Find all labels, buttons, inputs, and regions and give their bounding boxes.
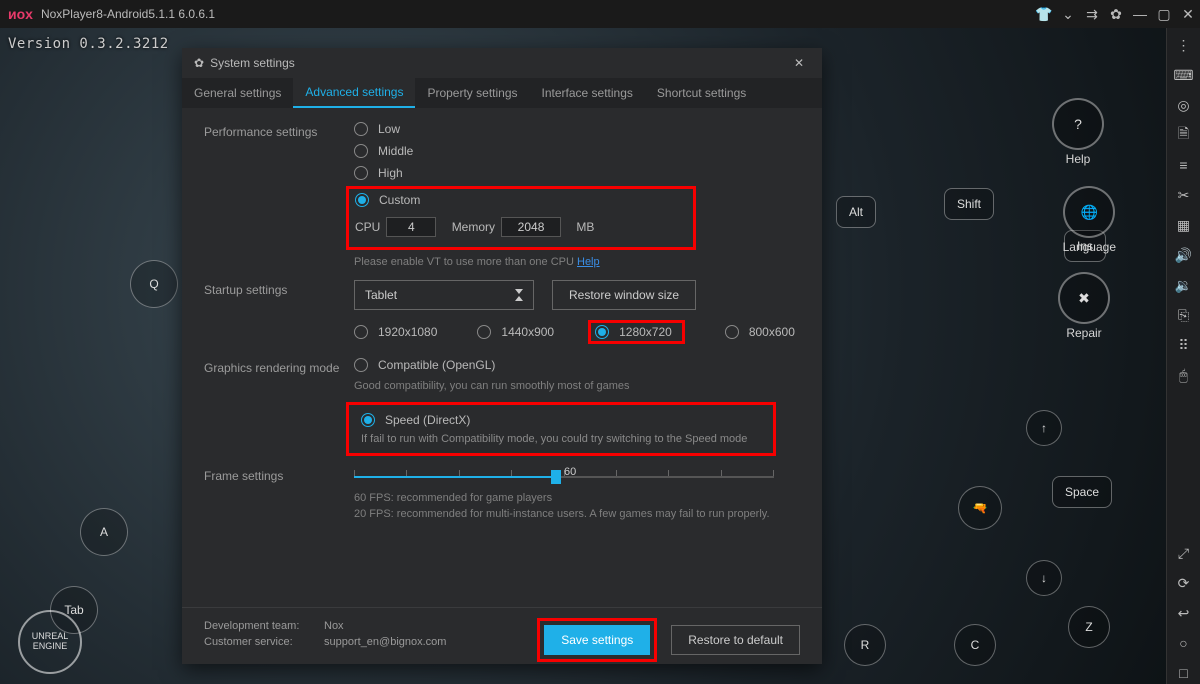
more-icon[interactable]: ⋮ (1172, 34, 1196, 56)
volume-down-icon[interactable]: 🔉 (1172, 274, 1196, 296)
key-shift[interactable]: Shift (944, 188, 994, 220)
memory-label: Memory (452, 220, 495, 234)
emulator-screen: Version 0.3.2.3212 ⋮ Q A Tab Alt Shift I… (0, 28, 1166, 684)
help-icon: ? (1052, 98, 1104, 150)
radio-custom[interactable] (355, 193, 369, 207)
system-settings-dialog: ✿ System settings ✕ General settings Adv… (182, 48, 822, 664)
minimize-button[interactable]: — (1128, 2, 1152, 26)
tab-interface[interactable]: Interface settings (530, 78, 645, 108)
startup-mode-select[interactable]: Tablet (354, 280, 534, 310)
performance-label: Performance settings (204, 122, 354, 139)
maximize-button[interactable]: ▢ (1152, 2, 1176, 26)
fps-value: 60 (564, 466, 576, 478)
dev-team-value: Nox (324, 620, 344, 632)
hud-repair[interactable]: ✖ Repair (1058, 272, 1110, 340)
fps-slider[interactable]: 60 (354, 468, 774, 486)
grid-icon[interactable]: ⠿ (1172, 334, 1196, 356)
radio-800[interactable] (725, 325, 739, 339)
dialog-close-button[interactable]: ✕ (788, 56, 810, 70)
tab-advanced[interactable]: Advanced settings (293, 78, 415, 108)
dev-team-label: Development team: (204, 620, 324, 632)
radio-1280[interactable] (595, 325, 609, 339)
shirt-icon[interactable]: 👕 (1032, 2, 1056, 26)
double-chevron-icon[interactable]: ⇉ (1080, 2, 1104, 26)
cpu-label: CPU (355, 220, 380, 234)
playlist-icon[interactable]: ≡ (1172, 154, 1196, 176)
window-titlebar: ᴎox NoxPlayer8-Android5.1.1 6.0.6.1 👕 ⌄ … (0, 0, 1200, 28)
file-icon[interactable]: 🗎 (1172, 124, 1196, 146)
compatible-hint: Good compatibility, you can run smoothly… (354, 380, 800, 392)
location-icon[interactable]: ◎ (1172, 94, 1196, 116)
dialog-title: System settings (210, 56, 295, 70)
vt-help-link[interactable]: Help (577, 256, 600, 268)
frame-label: Frame settings (204, 466, 354, 483)
radio-middle[interactable] (354, 144, 368, 158)
radio-low[interactable] (354, 122, 368, 136)
rotate-icon[interactable]: ⟳ (1172, 572, 1196, 594)
sidebar-toolbar: ⋮ ⌨ ◎ 🗎 ≡ ✂ ▦ 🔊 🔉 ⎘ ⠿ 🖱 ⤢ ⟳ ↩ ○ □ (1166, 28, 1200, 684)
home-icon[interactable]: ○ (1172, 632, 1196, 654)
nox-logo: ᴎox (8, 6, 33, 22)
fps-hint2: 20 FPS: recommended for multi-instance u… (354, 508, 800, 520)
support-value: support_en@bignox.com (324, 636, 446, 648)
pistol-icon[interactable]: 🔫 (958, 486, 1002, 530)
volume-icon[interactable]: 🔊 (1172, 244, 1196, 266)
keyboard-icon[interactable]: ⌨ (1172, 64, 1196, 86)
radio-speed[interactable] (361, 413, 375, 427)
radio-1440[interactable] (477, 325, 491, 339)
vt-hint: Please enable VT to use more than one CP… (354, 256, 577, 268)
arrow-up-icon[interactable]: ↑ (1026, 410, 1062, 446)
restore-default-button[interactable]: Restore to default (671, 625, 800, 655)
scissors-icon[interactable]: ✂ (1172, 184, 1196, 206)
tab-property[interactable]: Property settings (415, 78, 529, 108)
mouse-icon[interactable]: 🖱 (1172, 364, 1196, 386)
unreal-logo: UNREAL ENGINE (18, 610, 82, 674)
hud-help[interactable]: ? Help (1052, 98, 1104, 166)
chevron-down-icon[interactable]: ⌄ (1056, 2, 1080, 26)
key-z[interactable]: Z (1068, 606, 1110, 648)
graphics-label: Graphics rendering mode (204, 358, 354, 375)
startup-label: Startup settings (204, 280, 354, 297)
fullscreen-icon[interactable]: ⤢ (1172, 542, 1196, 564)
apk-icon[interactable]: ⎘ (1172, 304, 1196, 326)
radio-compatible[interactable] (354, 358, 368, 372)
cpu-input[interactable] (386, 217, 436, 237)
save-settings-button[interactable]: Save settings (544, 625, 650, 655)
fps-hint1: 60 FPS: recommended for game players (354, 492, 800, 504)
gear-icon[interactable]: ✿ (1104, 2, 1128, 26)
window-title: NoxPlayer8-Android5.1.1 6.0.6.1 (41, 7, 215, 21)
recent-icon[interactable]: □ (1172, 662, 1196, 684)
radio-high[interactable] (354, 166, 368, 180)
dialog-footer: Development team:Nox Customer service:su… (182, 607, 822, 664)
memory-input[interactable] (501, 217, 561, 237)
key-overlay-q[interactable]: Q (130, 260, 178, 308)
gear-icon: ✿ (194, 56, 204, 70)
wrench-icon: ✖ (1058, 272, 1110, 324)
key-space[interactable]: Space (1052, 476, 1112, 508)
key-c[interactable]: C (954, 624, 996, 666)
arrow-down-icon[interactable]: ↓ (1026, 560, 1062, 596)
memory-unit: MB (576, 220, 594, 234)
hud-language[interactable]: 🌐 Language (1063, 186, 1116, 254)
back-icon[interactable]: ↩ (1172, 602, 1196, 624)
version-label: Version 0.3.2.3212 (8, 36, 169, 52)
tab-general[interactable]: General settings (182, 78, 293, 108)
key-overlay-a[interactable]: A (80, 508, 128, 556)
restore-window-size-button[interactable]: Restore window size (552, 280, 696, 310)
key-alt[interactable]: Alt (836, 196, 876, 228)
globe-icon: 🌐 (1063, 186, 1115, 238)
dialog-tabs: General settings Advanced settings Prope… (182, 78, 822, 108)
video-icon[interactable]: ▦ (1172, 214, 1196, 236)
close-button[interactable]: ✕ (1176, 2, 1200, 26)
support-label: Customer service: (204, 636, 324, 648)
key-r[interactable]: R (844, 624, 886, 666)
radio-1920[interactable] (354, 325, 368, 339)
speed-hint: If fail to run with Compatibility mode, … (361, 433, 761, 445)
tab-shortcut[interactable]: Shortcut settings (645, 78, 758, 108)
